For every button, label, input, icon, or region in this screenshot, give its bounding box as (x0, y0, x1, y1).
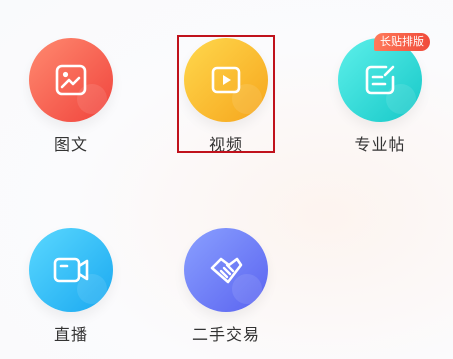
video-highlight-frame (177, 35, 275, 153)
edit-post-icon (363, 63, 397, 97)
post-type-professional[interactable]: 专业帖 (325, 38, 435, 155)
image-icon (54, 63, 88, 97)
post-type-image-text[interactable]: 图文 (16, 38, 126, 155)
professional-post-label: 专业帖 (354, 135, 406, 154)
image-text-button[interactable] (29, 38, 113, 122)
image-text-label: 图文 (53, 135, 88, 154)
live-button[interactable] (29, 228, 113, 312)
long-post-layout-badge: 长贴排版 (374, 33, 430, 51)
post-type-live[interactable]: 直播 (16, 228, 126, 345)
secondhand-trade-button[interactable] (184, 228, 268, 312)
secondhand-trade-label: 二手交易 (191, 325, 260, 344)
handshake-icon (207, 251, 245, 289)
live-label: 直播 (53, 325, 88, 344)
post-type-secondhand[interactable]: 二手交易 (171, 228, 281, 345)
live-camera-icon (52, 253, 90, 287)
